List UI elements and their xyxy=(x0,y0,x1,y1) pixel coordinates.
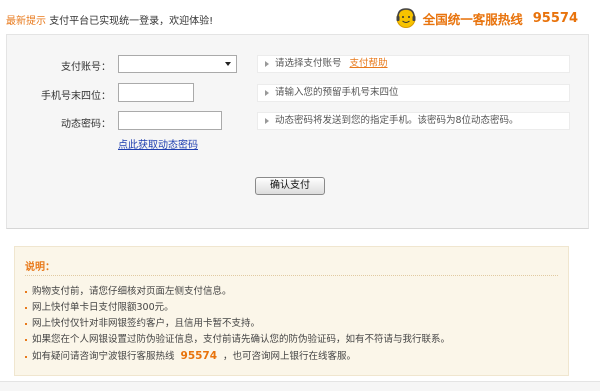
top-bar: 最新提示 支付平台已实现统一登录，欢迎体验! 全国统一客服热线 95574 xyxy=(0,0,600,34)
account-hint-text: 请选择支付账号 xyxy=(275,58,342,69)
phone-last4-input[interactable] xyxy=(118,83,194,102)
hint-arrow-icon xyxy=(265,117,269,124)
account-select[interactable] xyxy=(118,55,237,73)
bullet-icon xyxy=(25,338,27,341)
hotline-label: 全国统一客服热线 xyxy=(422,11,523,27)
code-hint: 动态密码将发送到您的指定手机。该密码为8位动态密码。 xyxy=(257,112,570,130)
list-item-text: ，也可咨询网上银行在线客服。 xyxy=(223,351,357,362)
list-item: 网上快付仅针对非网银签约客户，且信用卡暂不支持。 xyxy=(25,316,450,332)
list-item-text: 购物支付前，请您仔细核对页面左侧支付信息。 xyxy=(32,286,232,297)
phone-hint-text: 请输入您的预留手机号末四位 xyxy=(275,87,399,98)
payment-form-panel: 支付账号： 请选择支付账号 支付帮助 手机号末四位： 请输入您的预留手机号末四位 … xyxy=(6,34,589,229)
confirm-payment-button[interactable]: 确认支付 xyxy=(255,177,325,195)
dynamic-code-input[interactable] xyxy=(118,111,222,130)
bullet-icon xyxy=(25,322,27,325)
instructions-title: 说明： xyxy=(25,262,55,273)
notice-tag: 最新提示 xyxy=(6,16,46,27)
account-label: 支付账号： xyxy=(61,62,111,73)
chevron-down-icon xyxy=(225,62,231,66)
instructions-list: 购物支付前，请您仔细核对页面左侧支付信息。 网上快付单卡日支付限额300元。 网… xyxy=(25,284,450,364)
hotline-number-inline: 95574 xyxy=(180,350,218,362)
payment-help-link[interactable]: 支付帮助 xyxy=(350,58,388,69)
notice-message: 支付平台已实现统一登录，欢迎体验! xyxy=(49,16,214,27)
hotline-number: 95574 xyxy=(532,10,578,26)
bullet-icon xyxy=(25,290,27,293)
bullet-icon xyxy=(25,355,27,358)
code-hint-text: 动态密码将发送到您的指定手机。该密码为8位动态密码。 xyxy=(275,115,519,126)
list-item: 购物支付前，请您仔细核对页面左侧支付信息。 xyxy=(25,284,450,300)
list-item: 如有疑问请咨询宁波银行客服热线 95574 ，也可咨询网上银行在线客服。 xyxy=(25,348,450,364)
list-item-text: 如果您在个人网银设置过防伪验证信息，支付前请先确认您的防伪验证码，如有不符请与我… xyxy=(32,334,451,345)
code-label: 动态密码： xyxy=(61,119,111,130)
list-item-text: 如有疑问请咨询宁波银行客服热线 xyxy=(32,351,175,362)
phone-label: 手机号末四位： xyxy=(41,91,111,102)
hint-arrow-icon xyxy=(265,60,269,67)
divider xyxy=(25,275,558,276)
customer-service-icon xyxy=(396,8,416,28)
list-item: 网上快付单卡日支付限额300元。 xyxy=(25,300,450,316)
customer-hotline: 全国统一客服热线 95574 xyxy=(395,6,578,30)
list-item-text: 网上快付仅针对非网银签约客户，且信用卡暂不支持。 xyxy=(32,318,261,329)
list-item-text: 网上快付单卡日支付限额300元。 xyxy=(32,302,174,313)
get-dynamic-code-link[interactable]: 点此获取动态密码 xyxy=(118,136,198,151)
instructions-box: 说明： 购物支付前，请您仔细核对页面左侧支付信息。 网上快付单卡日支付限额300… xyxy=(14,246,569,376)
bullet-icon xyxy=(25,306,27,309)
latest-notice: 最新提示 支付平台已实现统一登录，欢迎体验! xyxy=(6,12,213,27)
list-item: 如果您在个人网银设置过防伪验证信息，支付前请先确认您的防伪验证码，如有不符请与我… xyxy=(25,332,450,348)
phone-hint: 请输入您的预留手机号末四位 xyxy=(257,84,570,102)
hint-arrow-icon xyxy=(265,89,269,96)
account-hint: 请选择支付账号 支付帮助 xyxy=(257,55,570,73)
